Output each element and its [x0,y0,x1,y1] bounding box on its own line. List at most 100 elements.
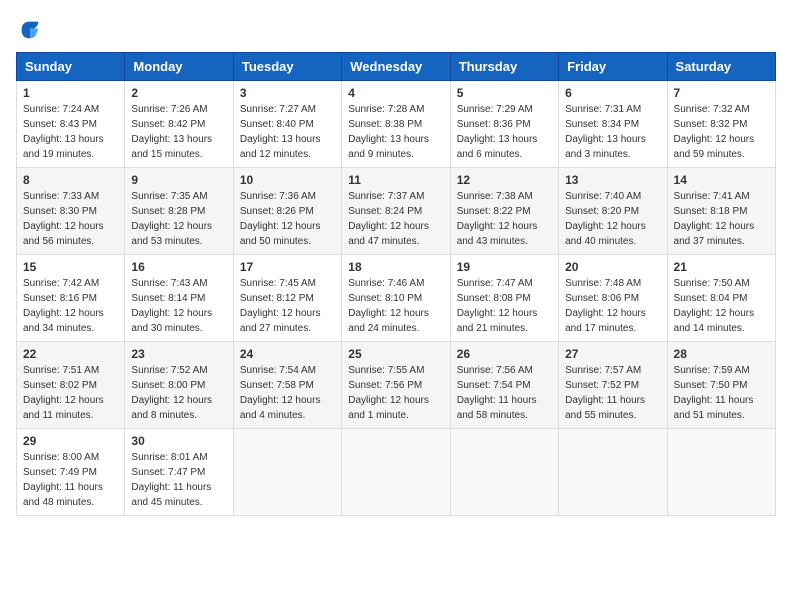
day-detail: Sunrise: 7:48 AMSunset: 8:06 PMDaylight:… [565,276,660,336]
calendar-week-row: 8 Sunrise: 7:33 AMSunset: 8:30 PMDaylight… [17,168,776,255]
day-detail: Sunrise: 7:38 AMSunset: 8:22 PMDaylight:… [457,189,552,249]
day-detail: Sunrise: 7:35 AMSunset: 8:28 PMDaylight:… [131,189,226,249]
day-number: 14 [674,173,769,187]
calendar-week-row: 29 Sunrise: 8:00 AMSunset: 7:49 PMDayligh… [17,429,776,516]
day-number: 29 [23,434,118,448]
day-detail: Sunrise: 8:00 AMSunset: 7:49 PMDaylight:… [23,450,118,510]
day-number: 28 [674,347,769,361]
calendar-day-cell [342,429,450,516]
calendar-day-cell [667,429,775,516]
calendar-day-cell: 15 Sunrise: 7:42 AMSunset: 8:16 PMDayligh… [17,255,125,342]
calendar-day-cell: 24Sunrise: 7:54 AMSunset: 7:58 PMDayligh… [233,342,341,429]
calendar-day-cell: 16 Sunrise: 7:43 AMSunset: 8:14 PMDayligh… [125,255,233,342]
day-detail: Sunrise: 7:43 AMSunset: 8:14 PMDaylight:… [131,276,226,336]
day-detail: Sunrise: 7:29 AMSunset: 8:36 PMDaylight:… [457,102,552,162]
calendar-week-row: 15 Sunrise: 7:42 AMSunset: 8:16 PMDayligh… [17,255,776,342]
day-detail: Sunrise: 7:40 AMSunset: 8:20 PMDaylight:… [565,189,660,249]
calendar-day-cell: 23 Sunrise: 7:52 AMSunset: 8:00 PMDayligh… [125,342,233,429]
day-detail: Sunrise: 7:28 AMSunset: 8:38 PMDaylight:… [348,102,443,162]
weekday-header-friday: Friday [559,53,667,81]
day-number: 23 [131,347,226,361]
logo-icon [16,16,44,44]
calendar-day-cell: 7Sunrise: 7:32 AMSunset: 8:32 PMDaylight… [667,81,775,168]
day-detail: Sunrise: 7:56 AMSunset: 7:54 PMDaylight:… [457,363,552,423]
day-detail: Sunrise: 7:52 AMSunset: 8:00 PMDaylight:… [131,363,226,423]
calendar-day-cell [450,429,558,516]
day-detail: Sunrise: 8:01 AMSunset: 7:47 PMDaylight:… [131,450,226,510]
day-number: 1 [23,86,118,100]
calendar-day-cell: 12 Sunrise: 7:38 AMSunset: 8:22 PMDayligh… [450,168,558,255]
day-number: 26 [457,347,552,361]
day-detail: Sunrise: 7:36 AMSunset: 8:26 PMDaylight:… [240,189,335,249]
day-detail: Sunrise: 7:26 AMSunset: 8:42 PMDaylight:… [131,102,226,162]
day-number: 6 [565,86,660,100]
day-number: 2 [131,86,226,100]
day-number: 18 [348,260,443,274]
day-number: 12 [457,173,552,187]
calendar-day-cell: 13 Sunrise: 7:40 AMSunset: 8:20 PMDayligh… [559,168,667,255]
day-number: 25 [348,347,443,361]
calendar-day-cell: 18 Sunrise: 7:46 AMSunset: 8:10 PMDayligh… [342,255,450,342]
weekday-header-tuesday: Tuesday [233,53,341,81]
calendar-day-cell: 11 Sunrise: 7:37 AMSunset: 8:24 PMDayligh… [342,168,450,255]
weekday-header-row: SundayMondayTuesdayWednesdayThursdayFrid… [17,53,776,81]
day-detail: Sunrise: 7:51 AMSunset: 8:02 PMDaylight:… [23,363,118,423]
day-number: 3 [240,86,335,100]
weekday-header-wednesday: Wednesday [342,53,450,81]
day-number: 20 [565,260,660,274]
day-detail: Sunrise: 7:33 AMSunset: 8:30 PMDaylight:… [23,189,118,249]
calendar-day-cell: 20 Sunrise: 7:48 AMSunset: 8:06 PMDayligh… [559,255,667,342]
calendar-day-cell: 30 Sunrise: 8:01 AMSunset: 7:47 PMDayligh… [125,429,233,516]
day-number: 8 [23,173,118,187]
weekday-header-thursday: Thursday [450,53,558,81]
day-detail: Sunrise: 7:59 AMSunset: 7:50 PMDaylight:… [674,363,769,423]
calendar-day-cell: 29 Sunrise: 8:00 AMSunset: 7:49 PMDayligh… [17,429,125,516]
calendar-day-cell [233,429,341,516]
weekday-header-monday: Monday [125,53,233,81]
day-number: 10 [240,173,335,187]
page-header [16,16,776,44]
weekday-header-sunday: Sunday [17,53,125,81]
day-number: 15 [23,260,118,274]
day-number: 22 [23,347,118,361]
calendar-day-cell: 2 Sunrise: 7:26 AMSunset: 8:42 PMDaylight… [125,81,233,168]
day-detail: Sunrise: 7:46 AMSunset: 8:10 PMDaylight:… [348,276,443,336]
calendar-day-cell: 21 Sunrise: 7:50 AMSunset: 8:04 PMDayligh… [667,255,775,342]
calendar-day-cell: 22 Sunrise: 7:51 AMSunset: 8:02 PMDayligh… [17,342,125,429]
day-number: 17 [240,260,335,274]
calendar-day-cell: 27 Sunrise: 7:57 AMSunset: 7:52 PMDayligh… [559,342,667,429]
calendar-day-cell: 1 Sunrise: 7:24 AMSunset: 8:43 PMDaylight… [17,81,125,168]
day-detail: Sunrise: 7:57 AMSunset: 7:52 PMDaylight:… [565,363,660,423]
calendar-day-cell: 9 Sunrise: 7:35 AMSunset: 8:28 PMDaylight… [125,168,233,255]
calendar-day-cell: 5 Sunrise: 7:29 AMSunset: 8:36 PMDaylight… [450,81,558,168]
day-detail: Sunrise: 7:42 AMSunset: 8:16 PMDaylight:… [23,276,118,336]
day-number: 16 [131,260,226,274]
calendar-day-cell: 19 Sunrise: 7:47 AMSunset: 8:08 PMDayligh… [450,255,558,342]
calendar-day-cell: 17 Sunrise: 7:45 AMSunset: 8:12 PMDayligh… [233,255,341,342]
logo [16,16,48,44]
day-number: 27 [565,347,660,361]
day-detail: Sunrise: 7:50 AMSunset: 8:04 PMDaylight:… [674,276,769,336]
day-detail: Sunrise: 7:24 AMSunset: 8:43 PMDaylight:… [23,102,118,162]
day-detail: Sunrise: 7:37 AMSunset: 8:24 PMDaylight:… [348,189,443,249]
day-number: 4 [348,86,443,100]
calendar-day-cell: 4 Sunrise: 7:28 AMSunset: 8:38 PMDaylight… [342,81,450,168]
day-number: 9 [131,173,226,187]
calendar-day-cell: 26 Sunrise: 7:56 AMSunset: 7:54 PMDayligh… [450,342,558,429]
day-number: 21 [674,260,769,274]
calendar-day-cell: 14Sunrise: 7:41 AMSunset: 8:18 PMDayligh… [667,168,775,255]
calendar-week-row: 22 Sunrise: 7:51 AMSunset: 8:02 PMDayligh… [17,342,776,429]
weekday-header-saturday: Saturday [667,53,775,81]
day-number: 11 [348,173,443,187]
calendar-table: SundayMondayTuesdayWednesdayThursdayFrid… [16,52,776,516]
calendar-day-cell: 25Sunrise: 7:55 AMSunset: 7:56 PMDayligh… [342,342,450,429]
day-number: 30 [131,434,226,448]
day-number: 7 [674,86,769,100]
day-detail: Sunrise: 7:27 AMSunset: 8:40 PMDaylight:… [240,102,335,162]
calendar-day-cell: 28 Sunrise: 7:59 AMSunset: 7:50 PMDayligh… [667,342,775,429]
day-number: 19 [457,260,552,274]
day-number: 13 [565,173,660,187]
day-detail: Sunrise: 7:45 AMSunset: 8:12 PMDaylight:… [240,276,335,336]
day-number: 5 [457,86,552,100]
day-detail: Sunrise: 7:47 AMSunset: 8:08 PMDaylight:… [457,276,552,336]
